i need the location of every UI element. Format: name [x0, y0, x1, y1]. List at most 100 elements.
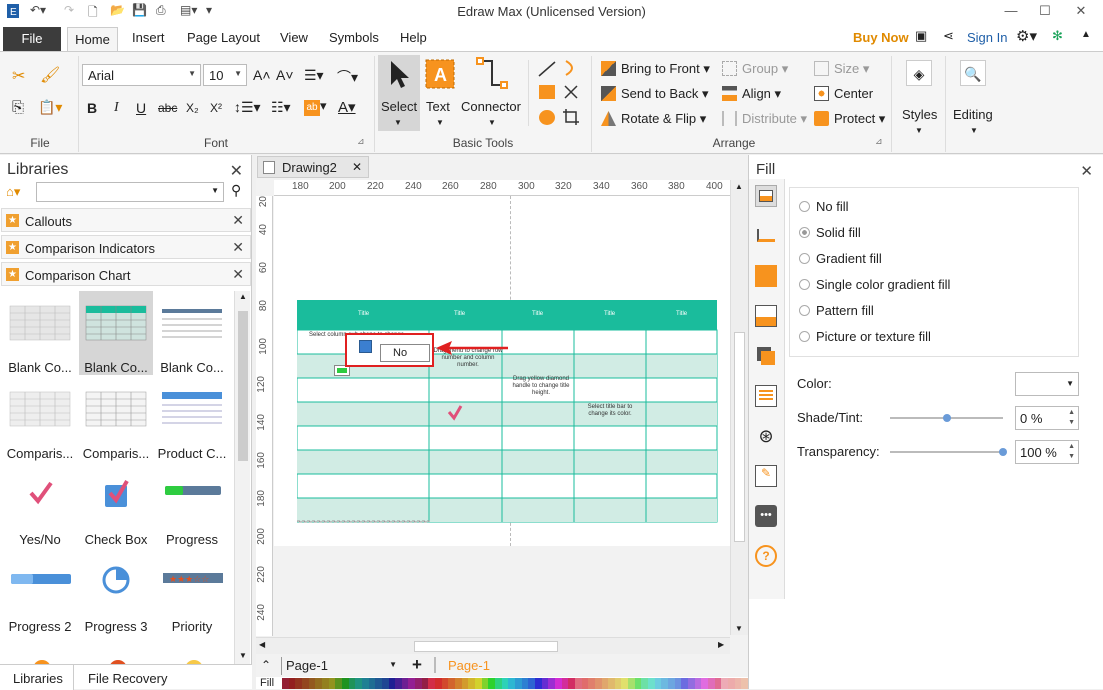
tab-view[interactable]: View	[280, 30, 308, 45]
shade-slider[interactable]	[890, 414, 1003, 422]
color-swatch[interactable]	[661, 678, 669, 689]
maximize-icon[interactable]: ☐	[1028, 0, 1062, 24]
connector-tool[interactable]: Connector ▼	[460, 55, 524, 131]
radio-solid-fill[interactable]: Solid fill	[799, 225, 861, 240]
color-swatch[interactable]	[514, 678, 522, 689]
drawing-page[interactable]: Title Title Title Title Title Select col…	[274, 196, 730, 546]
shape-progress-3[interactable]: Progress 3	[79, 550, 153, 634]
tab-page-layout[interactable]: Page Layout	[187, 30, 260, 45]
sign-in-link[interactable]: Sign In	[967, 30, 1007, 45]
font-dialog-launcher-icon[interactable]: ⊿	[357, 136, 365, 147]
center-button[interactable]: Center	[814, 86, 873, 101]
arrange-dialog-launcher-icon[interactable]: ⊿	[875, 136, 883, 147]
color-swatch[interactable]	[701, 678, 708, 689]
color-swatch[interactable]	[568, 678, 575, 689]
shape-blank-column-2[interactable]: Blank Co...	[79, 291, 153, 375]
color-swatch[interactable]	[421, 678, 429, 689]
gear-icon[interactable]: ⚙▾	[1016, 27, 1037, 45]
format-painter-icon[interactable]: 🖌	[40, 65, 60, 85]
tab-home[interactable]: Home	[67, 27, 118, 52]
editing-button[interactable]: 🔍 Editing ▼	[950, 58, 998, 138]
color-swatch[interactable]	[594, 678, 602, 689]
collapse-ribbon-icon[interactable]: ▲	[1081, 29, 1091, 40]
underline-icon[interactable]: U	[136, 100, 146, 116]
line-spacing-icon[interactable]: ↕☰▾	[234, 99, 261, 116]
minimize-icon[interactable]: —	[994, 0, 1028, 24]
collapse-icon[interactable]: ⌃	[261, 658, 271, 672]
shape-check-box[interactable]: Check Box	[79, 463, 153, 547]
shade-input[interactable]: 0 % ▲ ▼	[1015, 406, 1079, 430]
fill-panel-close-icon[interactable]: ✕	[1080, 162, 1093, 180]
text-shape-icon[interactable]: ⌒▾	[337, 67, 358, 87]
color-swatch[interactable]	[301, 678, 309, 689]
bold-icon[interactable]: B	[87, 100, 97, 116]
superscript-icon[interactable]: X²	[210, 101, 222, 115]
color-swatch[interactable]	[508, 678, 515, 689]
highlight-icon[interactable]: ab ▾	[304, 98, 327, 116]
shrink-font-icon[interactable]: A˅	[276, 67, 294, 83]
color-swatch[interactable]	[282, 678, 289, 689]
color-swatch[interactable]	[321, 678, 329, 689]
tab-file-recovery[interactable]: File Recovery	[88, 671, 167, 686]
home-icon[interactable]: ⌂▾	[6, 184, 20, 200]
color-swatch[interactable]	[534, 678, 542, 689]
color-swatch[interactable]	[375, 678, 382, 689]
shape-product-comparison[interactable]: Product C...	[155, 377, 229, 461]
category-callouts[interactable]: ★ Callouts ✕	[1, 208, 251, 232]
close-icon[interactable]: ✕	[1064, 0, 1098, 24]
text-tool[interactable]: A Text ▼	[424, 55, 456, 131]
color-swatch[interactable]	[355, 678, 362, 689]
color-swatch[interactable]	[308, 678, 316, 689]
search-icon[interactable]: ⚲	[231, 182, 241, 199]
align-text-icon[interactable]: ☰▾	[304, 67, 324, 84]
bring-to-front-button[interactable]: Bring to Front ▾	[601, 61, 710, 77]
radio-pattern-fill[interactable]: Pattern fill	[799, 303, 874, 318]
arc-icon[interactable]	[562, 58, 580, 78]
line-style-icon[interactable]	[755, 225, 777, 247]
color-palette[interactable]: Fill	[256, 677, 748, 689]
radio-gradient-fill[interactable]: Gradient fill	[799, 251, 882, 266]
shape-comparison-1[interactable]: Comparis...	[3, 377, 77, 461]
color-swatch[interactable]	[415, 678, 422, 689]
align-button[interactable]: Align ▾	[722, 86, 781, 102]
color-swatch[interactable]	[435, 678, 442, 689]
shape-priority[interactable]: ★★★☆☆ Priority	[155, 550, 229, 634]
select-tool[interactable]: Select ▼	[378, 55, 420, 131]
tab-help[interactable]: Help	[400, 30, 427, 45]
color-swatch[interactable]	[361, 678, 369, 689]
transparency-input[interactable]: 100 % ▲ ▼	[1015, 440, 1079, 464]
rotate-flip-button[interactable]: Rotate & Flip ▾	[601, 111, 706, 127]
horizontal-scrollbar[interactable]: ◀ ▶	[256, 637, 730, 654]
size-button[interactable]: Size ▾	[814, 61, 869, 77]
font-color-icon[interactable]: A▾	[338, 98, 356, 116]
cross-icon[interactable]	[562, 83, 580, 101]
color-swatch[interactable]	[381, 678, 389, 689]
color-swatch[interactable]	[628, 678, 635, 689]
color-swatch[interactable]	[408, 678, 416, 689]
edit-document-icon[interactable]: ✎	[755, 465, 777, 487]
color-swatch[interactable]	[528, 678, 535, 689]
color-swatch[interactable]	[694, 678, 702, 689]
radio-picture-fill[interactable]: Picture or texture fill	[799, 329, 931, 344]
file-tab[interactable]: File	[3, 27, 61, 51]
library-scrollbar[interactable]: ▲ ▼	[234, 291, 250, 665]
color-swatch[interactable]	[495, 678, 502, 689]
color-swatch[interactable]	[641, 678, 649, 689]
radio-single-color-gradient-fill[interactable]: Single color gradient fill	[799, 277, 950, 292]
libraries-close-icon[interactable]: ✕	[230, 161, 243, 181]
color-swatch[interactable]	[488, 678, 495, 689]
color-swatch[interactable]	[714, 678, 722, 689]
image-icon[interactable]	[755, 305, 777, 327]
styles-button[interactable]: ◈ Styles ▼	[898, 58, 940, 138]
color-swatch[interactable]	[601, 678, 609, 689]
color-swatch[interactable]	[315, 678, 322, 689]
color-swatch[interactable]	[388, 678, 396, 689]
color-swatch[interactable]	[501, 678, 509, 689]
color-swatch[interactable]	[648, 678, 655, 689]
color-swatch[interactable]	[588, 678, 595, 689]
library-search-input[interactable]: ▼	[36, 182, 224, 202]
menu-icon[interactable]	[359, 340, 372, 353]
color-swatch[interactable]	[681, 678, 689, 689]
color-picker[interactable]: ▼	[1015, 372, 1079, 396]
color-swatch[interactable]	[654, 678, 662, 689]
